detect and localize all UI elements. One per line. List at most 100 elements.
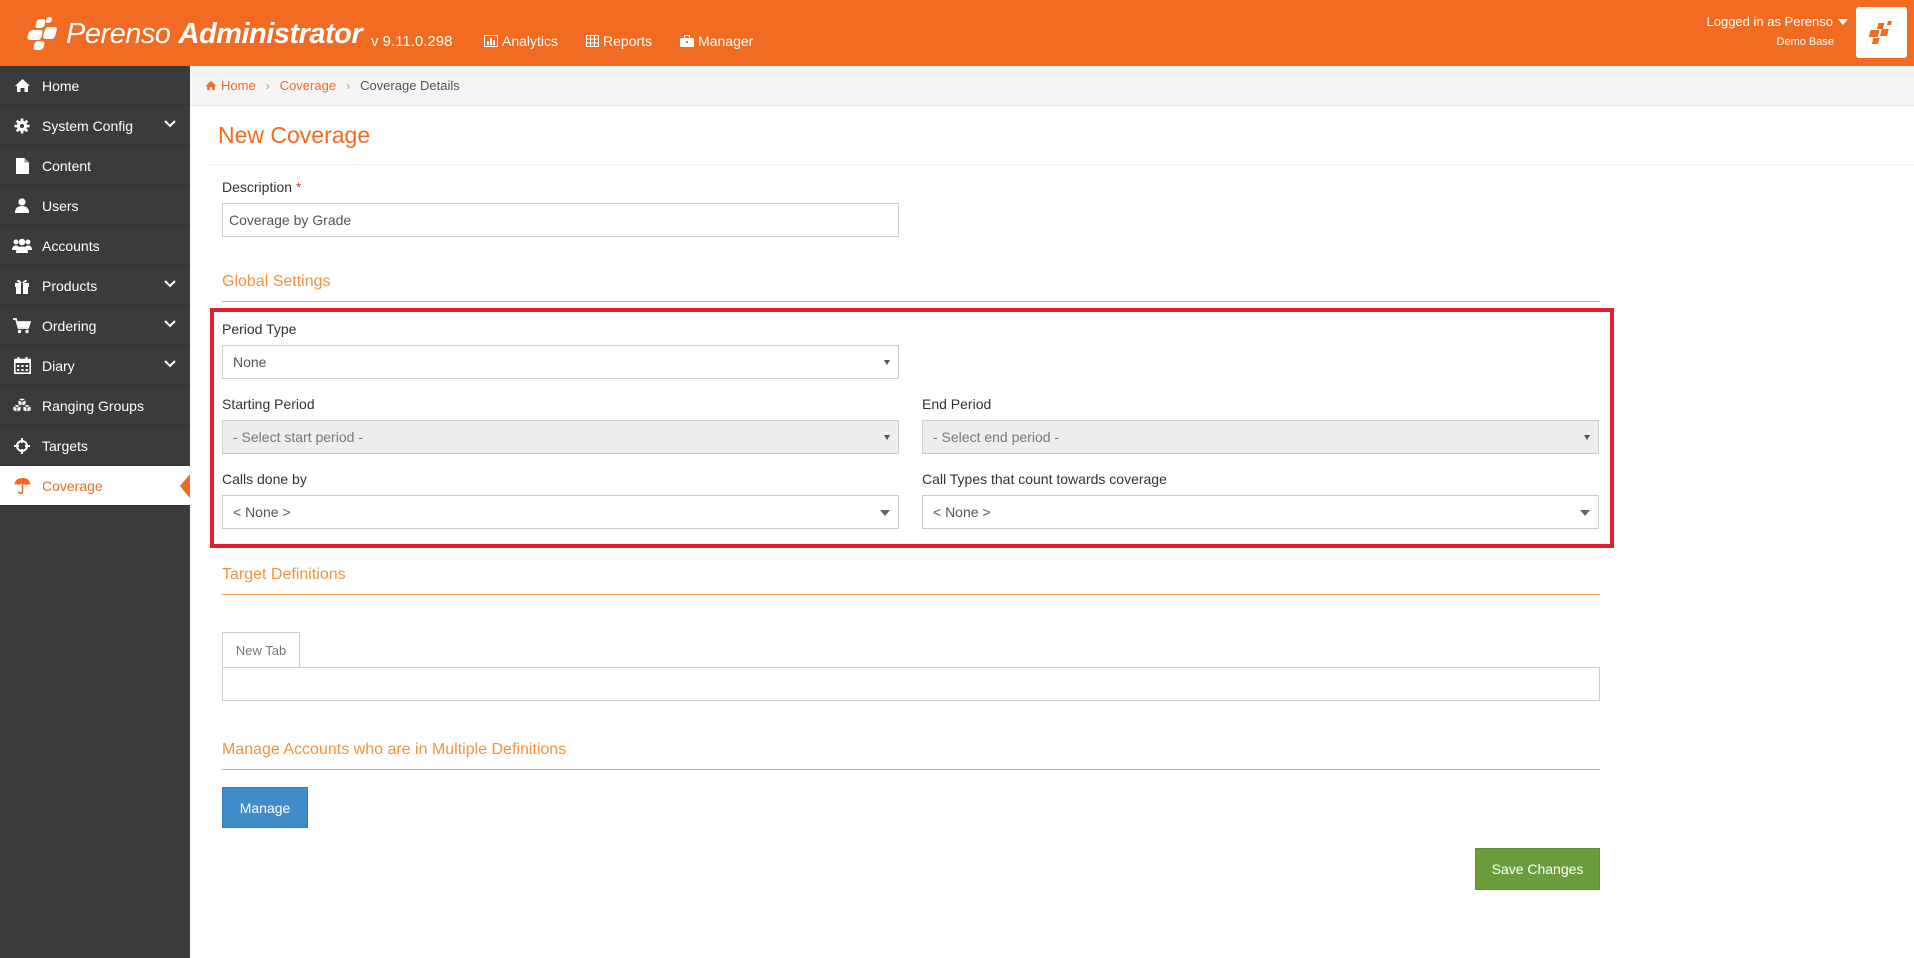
global-settings-title: Global Settings <box>222 273 331 290</box>
perenso-mark-icon <box>1868 20 1892 44</box>
sidebar-item-diary[interactable]: Diary <box>0 346 190 386</box>
description-label: Description * <box>222 179 302 195</box>
manage-accounts-title: Manage Accounts who are in Multiple Defi… <box>222 741 567 758</box>
global-settings-divider <box>222 301 1600 302</box>
sidebar-item-label: Diary <box>42 357 75 374</box>
nav-reports-label: Reports <box>603 33 653 49</box>
briefcase-icon <box>680 35 695 47</box>
database-name: Demo Base <box>1776 36 1834 48</box>
home-icon <box>11 77 33 95</box>
user-menu[interactable]: Logged in as Perenso Demo Base <box>1707 14 1848 48</box>
dropdown-arrow-icon <box>1584 435 1590 440</box>
dropdown-arrow-icon <box>1580 510 1590 516</box>
breadcrumb: Home › Coverage › Coverage Details <box>190 66 1914 106</box>
sidebar-item-label: Accounts <box>42 237 100 254</box>
breadcrumb-home-label: Home <box>221 78 256 93</box>
logged-in-label: Logged in as Perenso <box>1706 14 1833 29</box>
cart-icon <box>11 317 33 335</box>
file-icon <box>11 157 33 175</box>
sidebar-item-label: Products <box>42 277 98 294</box>
umbrella-icon <box>11 477 33 495</box>
call-types-label: Call Types that count towards coverage <box>922 471 1167 487</box>
sidebar-item-label: Home <box>42 77 80 94</box>
page-title: New Coverage <box>218 122 371 148</box>
gear-icon <box>11 117 33 135</box>
chevron-down-icon <box>164 120 176 128</box>
crosshairs-icon <box>11 437 33 455</box>
chevron-down-icon <box>164 280 176 288</box>
sidebar-item-label: Targets <box>42 437 88 454</box>
group-icon <box>11 237 33 255</box>
top-header: Perenso Administrator v 9.11.0.298 Analyt… <box>0 0 1914 66</box>
sidebar-item-home[interactable]: Home <box>0 66 190 106</box>
period-type-select[interactable]: None <box>222 345 899 379</box>
calendar-icon <box>11 357 33 375</box>
sidebar: Home System Config Content Users Account… <box>0 66 200 958</box>
calls-done-by-select[interactable]: < None > <box>222 495 899 529</box>
breadcrumb-separator-icon: › <box>346 78 351 93</box>
nav-analytics-label: Analytics <box>502 33 559 49</box>
tab-panel <box>222 667 1600 701</box>
sidebar-item-coverage[interactable]: Coverage <box>0 466 200 506</box>
sidebar-item-ranging-groups[interactable]: Ranging Groups <box>0 386 190 426</box>
brand-name: Perenso Administrator <box>66 17 363 50</box>
user-icon <box>11 197 33 215</box>
end-period-label: End Period <box>922 396 992 412</box>
nav-manager-label: Manager <box>698 33 754 49</box>
manage-button[interactable]: Manage <box>222 787 308 828</box>
target-definitions-title: Target Definitions <box>222 566 346 583</box>
sidebar-item-label: System Config <box>42 117 134 134</box>
sidebar-item-content[interactable]: Content <box>0 146 190 186</box>
end-period-value: - Select end period - <box>933 429 1060 445</box>
home-icon <box>205 80 217 91</box>
sidebar-item-label: Users <box>42 197 79 214</box>
dropdown-arrow-icon <box>884 360 890 365</box>
target-definitions-divider <box>222 594 1600 595</box>
sidebar-item-accounts[interactable]: Accounts <box>0 226 190 266</box>
sidebar-item-ordering[interactable]: Ordering <box>0 306 190 346</box>
table-icon <box>586 35 600 47</box>
nav-reports[interactable]: Reports <box>586 33 652 49</box>
caret-down-icon <box>1838 18 1848 25</box>
version-label: v 9.11.0.298 <box>371 33 453 50</box>
manage-accounts-divider <box>222 769 1600 770</box>
starting-period-select[interactable]: - Select start period - <box>222 420 899 454</box>
period-type-value: None <box>233 354 267 370</box>
chevron-down-icon <box>164 320 176 328</box>
save-changes-button[interactable]: Save Changes <box>1475 848 1600 890</box>
breadcrumb-home[interactable]: Home <box>205 78 256 93</box>
avatar[interactable] <box>1856 7 1907 58</box>
nav-manager[interactable]: Manager <box>680 33 753 49</box>
chart-icon <box>484 35 498 47</box>
description-field[interactable] <box>222 203 899 237</box>
call-types-select[interactable]: < None > <box>922 495 1599 529</box>
sidebar-item-label: Ordering <box>42 317 97 334</box>
call-types-value: < None > <box>933 504 991 520</box>
breadcrumb-current: Coverage Details <box>360 78 460 93</box>
starting-period-label: Starting Period <box>222 396 315 412</box>
end-period-select[interactable]: - Select end period - <box>922 420 1599 454</box>
chevron-down-icon <box>164 360 176 368</box>
tab-new-tab[interactable]: New Tab <box>222 632 300 668</box>
dropdown-arrow-icon <box>880 510 890 516</box>
starting-period-value: - Select start period - <box>233 429 363 445</box>
brand-logo[interactable]: Perenso Administrator <box>26 14 363 54</box>
nav-analytics[interactable]: Analytics <box>484 33 558 49</box>
title-divider <box>210 164 1914 165</box>
sidebar-item-users[interactable]: Users <box>0 186 190 226</box>
dropdown-arrow-icon <box>884 435 890 440</box>
sidebar-item-targets[interactable]: Targets <box>0 426 190 466</box>
calls-done-by-value: < None > <box>233 504 291 520</box>
gift-icon <box>11 277 33 295</box>
sidebar-item-products[interactable]: Products <box>0 266 190 306</box>
period-type-label: Period Type <box>222 321 297 337</box>
sidebar-item-label: Content <box>42 157 92 174</box>
breadcrumb-separator-icon: › <box>265 78 270 93</box>
breadcrumb-coverage[interactable]: Coverage <box>280 78 336 93</box>
sidebar-item-system-config[interactable]: System Config <box>0 106 190 146</box>
cubes-icon <box>11 397 33 415</box>
sidebar-item-label: Coverage <box>42 477 103 494</box>
required-marker: * <box>295 179 302 195</box>
perenso-logo-icon <box>26 17 60 51</box>
sidebar-item-label: Ranging Groups <box>42 397 144 414</box>
